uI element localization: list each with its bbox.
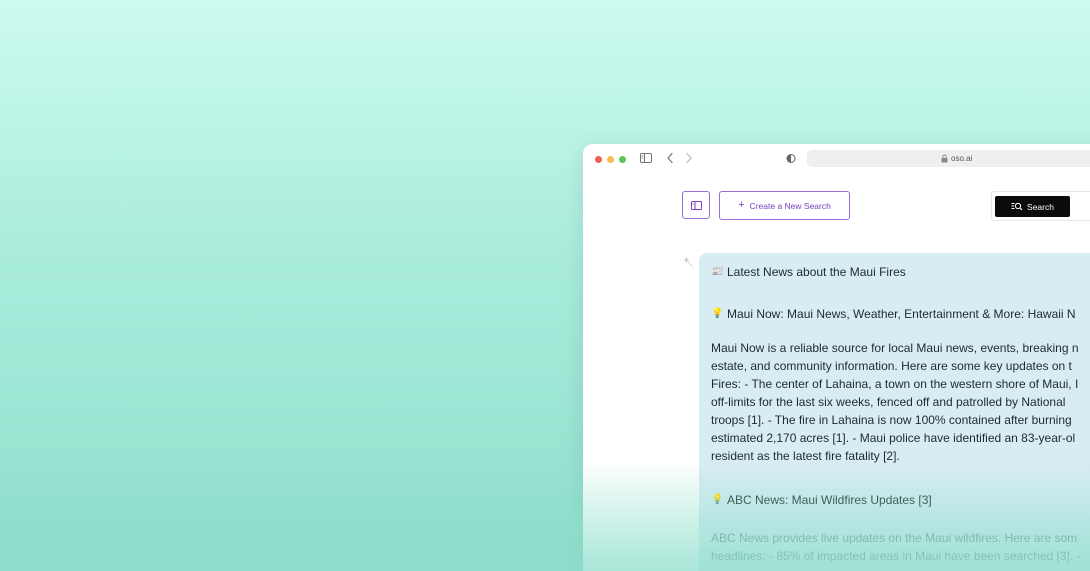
browser-titlebar: oso.ai xyxy=(583,144,1090,174)
search-icon xyxy=(1011,202,1023,211)
browser-window: oso.ai + Create a New Search Search 📰 La… xyxy=(583,144,1090,571)
minimize-window-button[interactable] xyxy=(607,156,614,163)
lightbulb-icon: 💡 xyxy=(711,308,724,319)
panel-icon xyxy=(691,201,702,210)
address-bar[interactable]: oso.ai xyxy=(807,150,1090,167)
chevron-right-icon[interactable] xyxy=(684,152,694,164)
source-heading-text: Maui Now: Maui News, Weather, Entertainm… xyxy=(727,307,1076,321)
source-heading: 💡 ABC News: Maui Wildfires Updates [3] xyxy=(711,493,1090,507)
maximize-window-button[interactable] xyxy=(619,156,626,163)
sidebar-icon[interactable] xyxy=(640,153,652,163)
source-heading-text: ABC News: Maui Wildfires Updates [3] xyxy=(727,493,932,507)
backdrop: oso.ai + Create a New Search Search 📰 La… xyxy=(0,0,1090,571)
url-text: oso.ai xyxy=(951,154,973,163)
source-summary: Maui Now is a reliable source for local … xyxy=(711,341,1079,463)
chevron-left-icon[interactable] xyxy=(665,152,675,164)
source-summary: ABC News provides live updates on the Ma… xyxy=(711,531,1081,563)
close-window-button[interactable] xyxy=(595,156,602,163)
create-new-search-label: Create a New Search xyxy=(749,200,831,211)
sparkle-icon xyxy=(683,256,694,268)
answer-title-text: Latest News about the Maui Fires xyxy=(727,265,906,279)
lightbulb-icon: 💡 xyxy=(711,494,724,505)
search-button[interactable]: Search xyxy=(995,196,1070,217)
search-button-label: Search xyxy=(1027,201,1054,212)
lock-icon xyxy=(941,154,948,163)
source-heading: 💡 Maui Now: Maui News, Weather, Entertai… xyxy=(711,307,1090,321)
plus-icon: + xyxy=(738,199,745,211)
answer-card: 📰 Latest News about the Maui Fires 💡 Mau… xyxy=(699,253,1090,571)
answer-content: 📰 Latest News about the Maui Fires 💡 Mau… xyxy=(711,265,1090,565)
newspaper-icon: 📰 xyxy=(711,266,724,277)
answer-title: 📰 Latest News about the Maui Fires xyxy=(711,265,1090,279)
toggle-panel-button[interactable] xyxy=(682,191,710,219)
shield-icon[interactable] xyxy=(786,153,796,164)
create-new-search-button[interactable]: + Create a New Search xyxy=(719,191,850,220)
